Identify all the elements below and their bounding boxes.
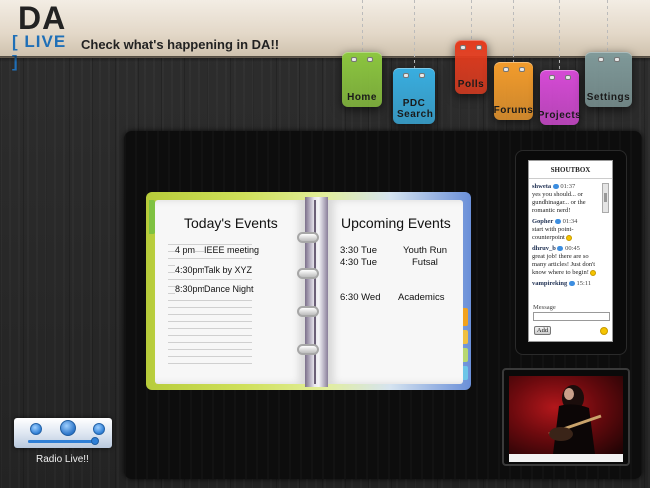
shout-user[interactable]: Gopher — [532, 218, 553, 225]
header-bar: DA [ LIVE ] Check what's happening in DA… — [0, 0, 650, 71]
shout-time: 01:37 — [560, 183, 576, 190]
video-control-bar[interactable] — [509, 454, 623, 462]
shout-user[interactable]: shweta — [532, 183, 551, 190]
tag-string — [471, 0, 472, 40]
binder-ring — [297, 306, 319, 317]
speech-bubble-icon — [552, 184, 559, 190]
tag-string — [513, 0, 514, 62]
binder-ring — [297, 232, 319, 243]
message-label: Message — [533, 304, 556, 311]
smiley-icon — [566, 234, 573, 241]
ruled-lines — [168, 238, 252, 368]
shoutbox: SHOUTBOX shweta 01:37 yes you should... … — [528, 160, 613, 342]
scrollbar-thumb[interactable] — [604, 193, 607, 202]
shout-message: vampireking 15:11 — [532, 280, 602, 288]
add-button[interactable]: Add — [534, 326, 551, 335]
nav-settings-label: Settings — [586, 92, 631, 103]
today-event-time: 4 pm — [175, 245, 196, 255]
upcoming-event-name: Academics — [398, 292, 445, 303]
nav-polls[interactable]: Polls — [455, 40, 487, 94]
nav-settings[interactable]: Settings — [585, 52, 632, 107]
message-input[interactable] — [533, 312, 610, 321]
smiley-picker-icon[interactable] — [600, 327, 608, 335]
next-icon[interactable] — [93, 423, 105, 435]
shout-time: 15:11 — [576, 280, 592, 287]
nav-projects[interactable]: Projects — [537, 70, 582, 125]
planner-spine — [305, 197, 328, 387]
binder-ring — [297, 344, 319, 355]
speech-bubble-icon — [568, 281, 575, 287]
binder-ring — [297, 268, 319, 279]
speech-bubble-icon — [557, 246, 564, 252]
nav-forums[interactable]: Forums — [494, 62, 533, 120]
nav-pdc-search[interactable]: PDC Search — [393, 68, 435, 124]
shout-time: 00:45 — [565, 245, 580, 252]
upcoming-event-time: 6:30 Wed — [340, 292, 381, 303]
planner-spine-line — [314, 200, 316, 384]
shout-message: shweta 01:37 yes you should... or gundhi… — [532, 183, 602, 215]
nav-pdc-search-label: PDC Search — [397, 98, 434, 120]
upcoming-events-title: Upcoming Events — [341, 215, 451, 231]
radio-volume-track[interactable] — [28, 437, 99, 445]
shout-text: yes you should... or gundhinagar... or t… — [532, 191, 586, 214]
tagline: Check what's happening in DA!! — [81, 37, 280, 52]
upcoming-event-time: 4:30 Tue — [340, 257, 377, 268]
nav-polls-label: Polls — [457, 79, 485, 90]
shoutbox-title: SHOUTBOX — [529, 161, 612, 179]
upcoming-event-name: Futsal — [412, 257, 438, 268]
site-logo[interactable]: DA [ LIVE ] — [8, 0, 78, 71]
shout-user[interactable]: vampireking — [532, 280, 567, 287]
guitarist-image — [548, 385, 602, 454]
shout-message: dhruv_b 00:45 great job! there are so ma… — [532, 245, 602, 277]
tag-string — [607, 0, 608, 52]
today-event-time: 8:30pm — [175, 284, 206, 294]
speech-bubble-icon — [554, 219, 561, 225]
shout-message: Gopher 01:34 start with point-counterpoi… — [532, 218, 602, 242]
tag-string — [559, 0, 560, 70]
shout-user[interactable]: dhruv_b — [532, 245, 556, 252]
radio-volume-knob[interactable] — [90, 437, 99, 445]
pause-icon[interactable] — [60, 420, 76, 436]
today-event-name: Dance Night — [204, 284, 254, 294]
nav-projects-label: Projects — [537, 110, 582, 121]
nav-home[interactable]: Home — [342, 52, 382, 107]
shoutbox-messages[interactable]: shweta 01:37 yes you should... or gundhi… — [532, 183, 602, 303]
upcoming-event-time: 3:30 Tue — [340, 245, 377, 256]
radio-player — [14, 418, 112, 448]
video-player[interactable] — [509, 376, 623, 454]
tag-string — [414, 0, 415, 68]
today-event-name: Talk by XYZ — [204, 265, 253, 275]
shout-text: great job! there are so many articles! J… — [532, 253, 596, 276]
previous-icon[interactable] — [30, 423, 42, 435]
radio-label: Radio Live!! — [36, 454, 89, 465]
todays-events-title: Today's Events — [184, 215, 278, 231]
today-event-name: IEEE meeting — [204, 245, 260, 255]
logo-subtext: [ LIVE ] — [12, 32, 67, 71]
smiley-icon — [590, 269, 597, 276]
nav-forums-label: Forums — [493, 105, 534, 116]
tag-string — [362, 0, 363, 52]
nav-home-label: Home — [347, 92, 377, 103]
today-event-time: 4:30pm — [175, 265, 206, 275]
shout-time: 01:34 — [562, 218, 578, 225]
upcoming-event-name: Youth Run — [403, 245, 448, 256]
shoutbox-scrollbar[interactable] — [602, 183, 609, 213]
radio-volume-fill — [28, 440, 95, 443]
